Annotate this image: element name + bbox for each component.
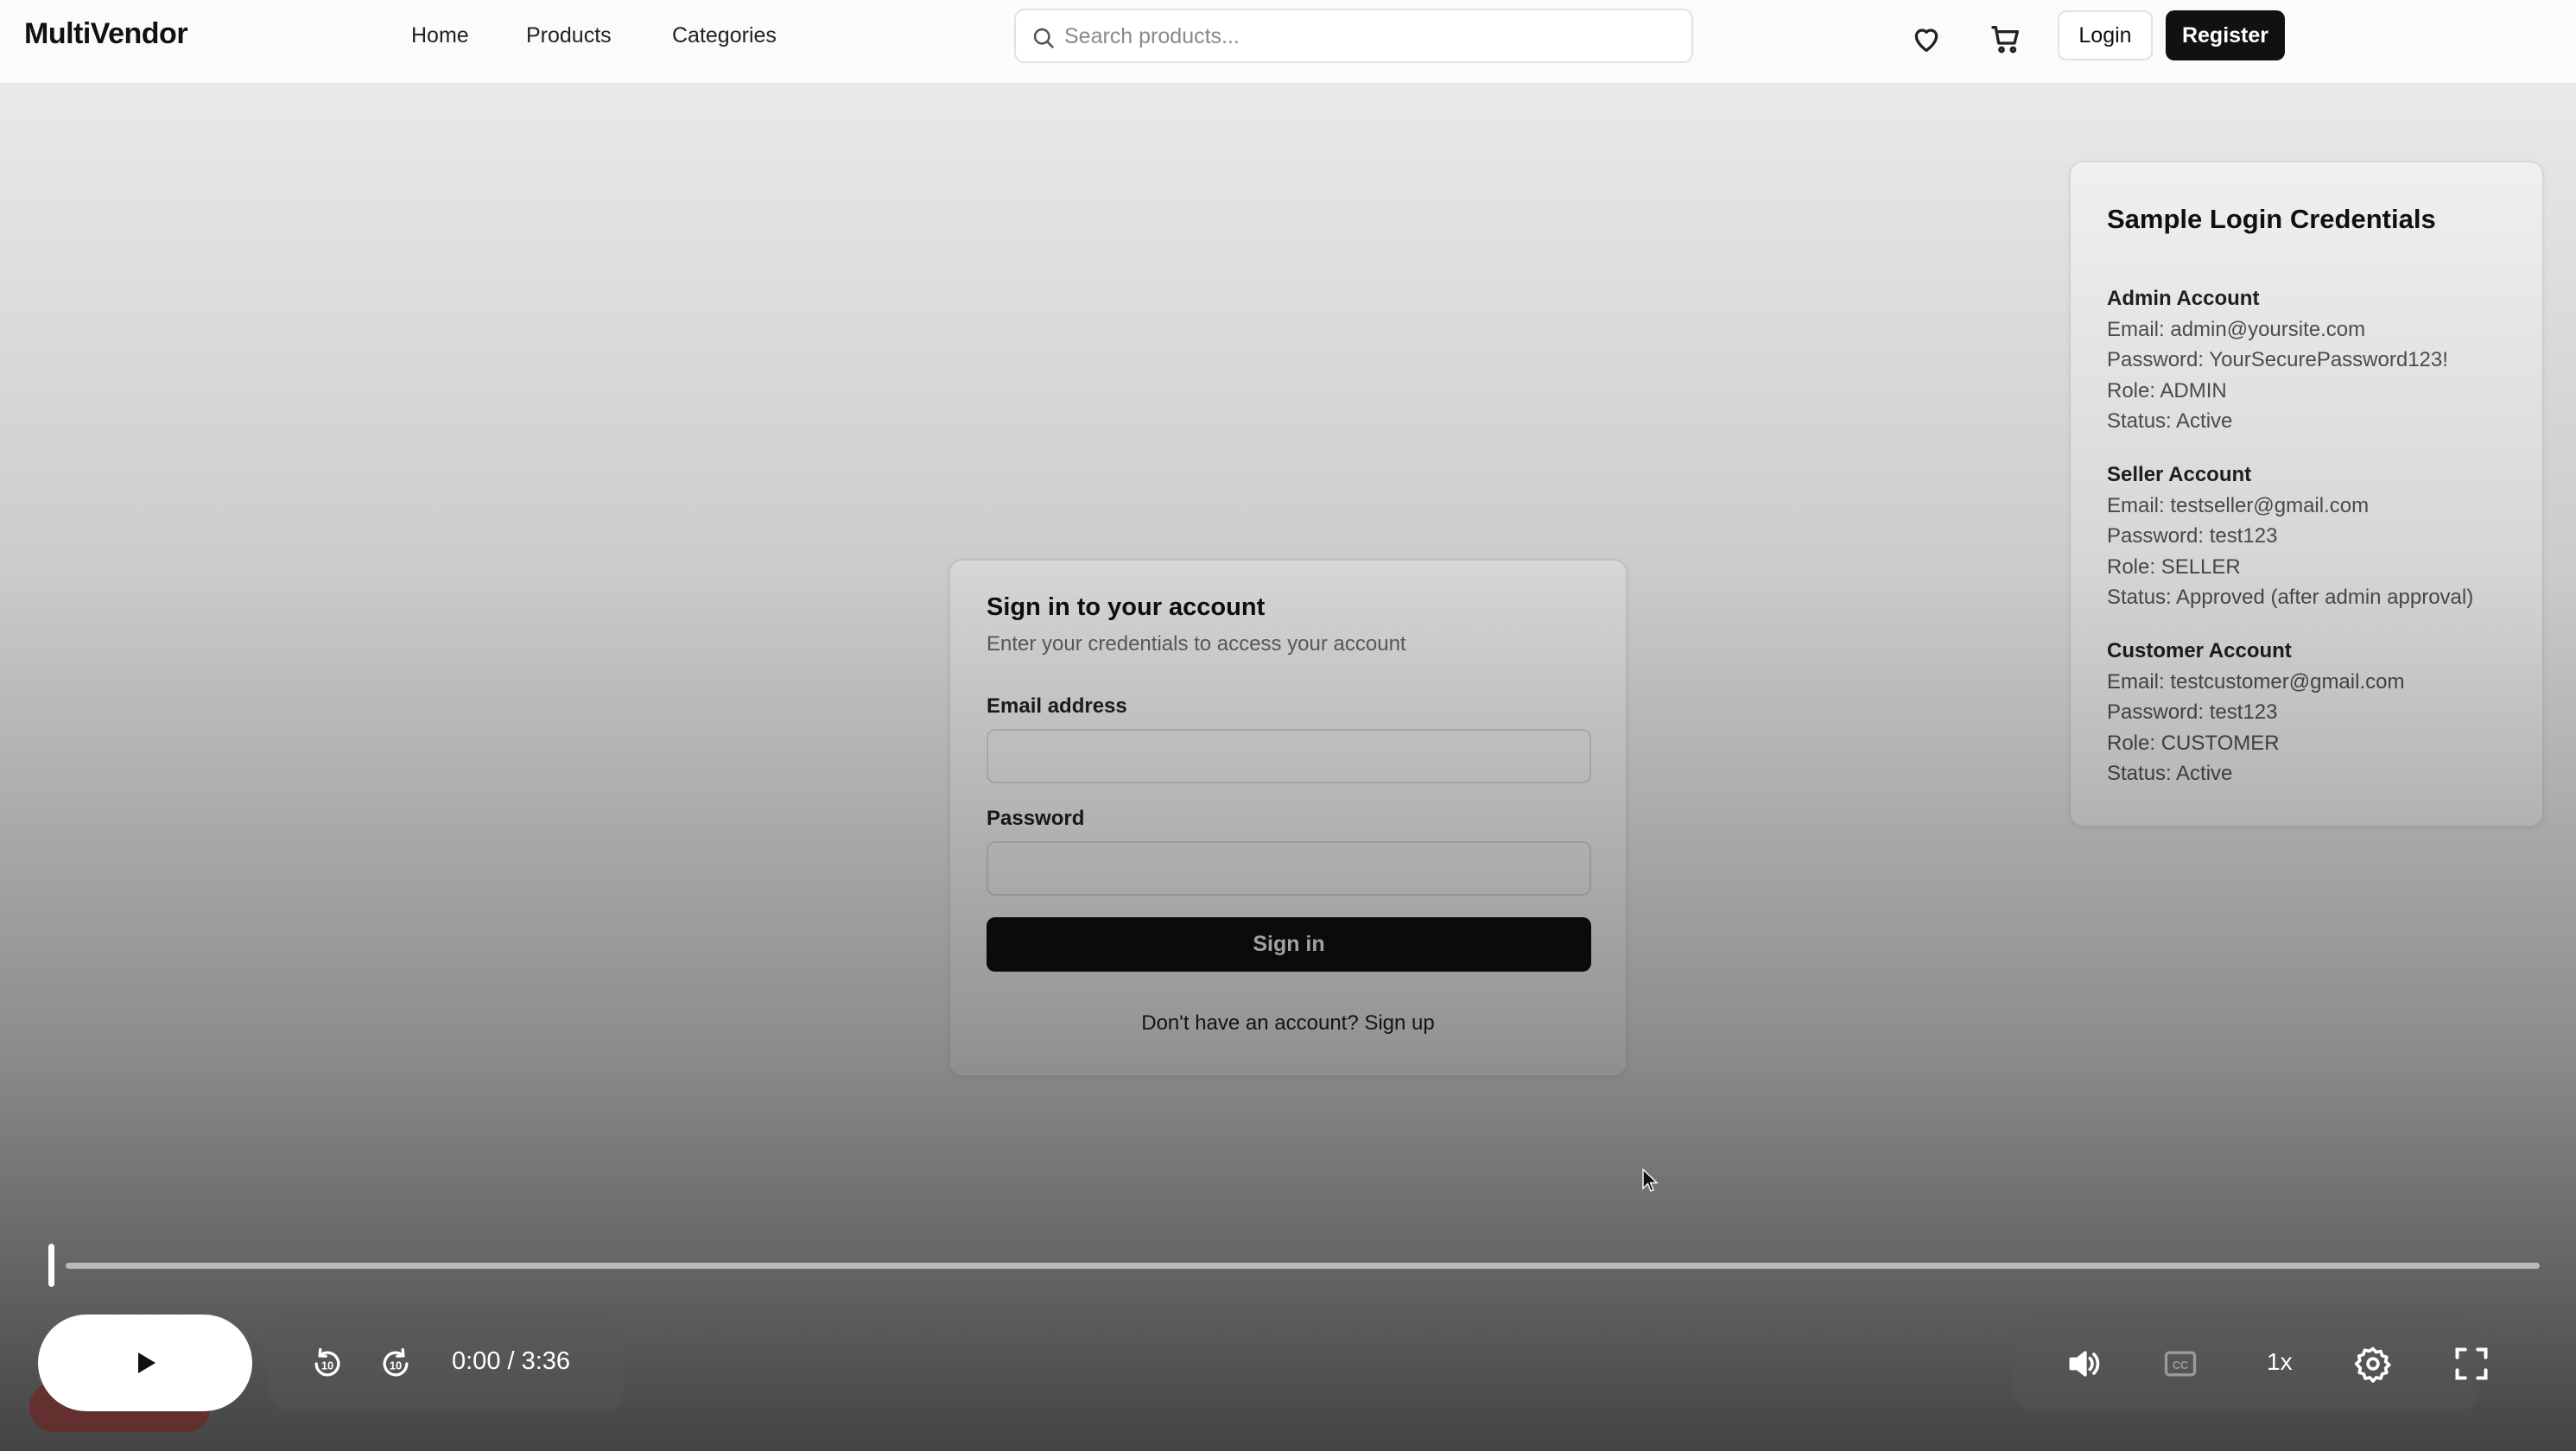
video-progress-bar[interactable] bbox=[66, 1263, 2540, 1269]
nav-categories-link[interactable]: Categories bbox=[672, 23, 777, 48]
account-email: Email: testcustomer@gmail.com bbox=[2107, 669, 2405, 694]
register-button[interactable]: Register bbox=[2166, 10, 2285, 60]
nav-home-link[interactable]: Home bbox=[411, 23, 469, 48]
main-content: Sign in to your account Enter your crede… bbox=[0, 85, 2576, 1451]
play-button[interactable] bbox=[38, 1315, 252, 1411]
account-heading: Admin Account bbox=[2107, 287, 2260, 310]
signin-card: Sign in to your account Enter your crede… bbox=[949, 559, 1627, 1077]
settings-icon[interactable] bbox=[2354, 1345, 2392, 1383]
credentials-title: Sample Login Credentials bbox=[2107, 204, 2436, 234]
brand-logo[interactable]: MultiVendor bbox=[24, 17, 188, 51]
account-status: Status: Active bbox=[2107, 409, 2233, 433]
search-bar bbox=[1014, 9, 1693, 63]
seller-account-block: Seller Account Email: testseller@gmail.c… bbox=[2107, 459, 2473, 613]
account-role: Role: CUSTOMER bbox=[2107, 731, 2280, 755]
account-heading: Customer Account bbox=[2107, 639, 2292, 662]
video-time-display: 0:00 / 3:36 bbox=[452, 1347, 571, 1375]
top-navbar: MultiVendor Home Products Categories Log… bbox=[0, 0, 2576, 85]
password-field[interactable] bbox=[987, 841, 1591, 896]
nav-products-link[interactable]: Products bbox=[526, 23, 612, 48]
forward-10-icon[interactable]: 10 bbox=[377, 1345, 415, 1383]
signin-button[interactable]: Sign in bbox=[987, 917, 1591, 972]
email-label: Email address bbox=[987, 694, 1127, 718]
account-role: Role: SELLER bbox=[2107, 554, 2241, 579]
signin-title: Sign in to your account bbox=[987, 593, 1266, 621]
heart-icon[interactable] bbox=[1909, 22, 1944, 56]
captions-icon[interactable]: CC bbox=[2161, 1345, 2199, 1383]
account-password: Password: test123 bbox=[2107, 700, 2278, 724]
mouse-cursor-icon bbox=[1642, 1168, 1659, 1192]
signup-link[interactable]: Don't have an account? Sign up bbox=[950, 1011, 1626, 1036]
play-icon bbox=[138, 1353, 155, 1373]
account-status: Status: Active bbox=[2107, 762, 2233, 785]
account-email: Email: admin@yoursite.com bbox=[2107, 317, 2366, 341]
account-role: Role: ADMIN bbox=[2107, 378, 2227, 402]
account-password: Password: YourSecurePassword123! bbox=[2107, 348, 2448, 371]
svg-text:CC: CC bbox=[2173, 1359, 2189, 1372]
rewind-10-icon[interactable]: 10 bbox=[308, 1345, 346, 1383]
email-field[interactable] bbox=[987, 729, 1591, 783]
video-scrubber-handle[interactable] bbox=[48, 1244, 54, 1287]
svg-text:10: 10 bbox=[321, 1359, 333, 1372]
account-heading: Seller Account bbox=[2107, 463, 2252, 486]
signin-subtitle: Enter your credentials to access your ac… bbox=[987, 632, 1406, 656]
sample-credentials-panel: Sample Login Credentials Admin Account E… bbox=[2069, 161, 2544, 827]
account-password: Password: test123 bbox=[2107, 524, 2278, 548]
admin-account-block: Admin Account Email: admin@yoursite.com … bbox=[2107, 283, 2448, 437]
playback-speed-button[interactable]: 1x bbox=[2267, 1348, 2293, 1376]
volume-icon[interactable] bbox=[2065, 1345, 2103, 1383]
svg-text:10: 10 bbox=[390, 1359, 402, 1372]
cart-icon[interactable] bbox=[1989, 22, 2023, 56]
customer-account-block: Customer Account Email: testcustomer@gma… bbox=[2107, 636, 2404, 789]
login-button[interactable]: Login bbox=[2058, 10, 2153, 60]
account-status: Status: Approved (after admin approval) bbox=[2107, 586, 2474, 609]
account-email: Email: testseller@gmail.com bbox=[2107, 493, 2370, 517]
fullscreen-icon[interactable] bbox=[2452, 1345, 2490, 1383]
search-icon bbox=[1033, 28, 1054, 48]
password-label: Password bbox=[987, 807, 1085, 830]
search-input[interactable] bbox=[1064, 19, 1669, 54]
